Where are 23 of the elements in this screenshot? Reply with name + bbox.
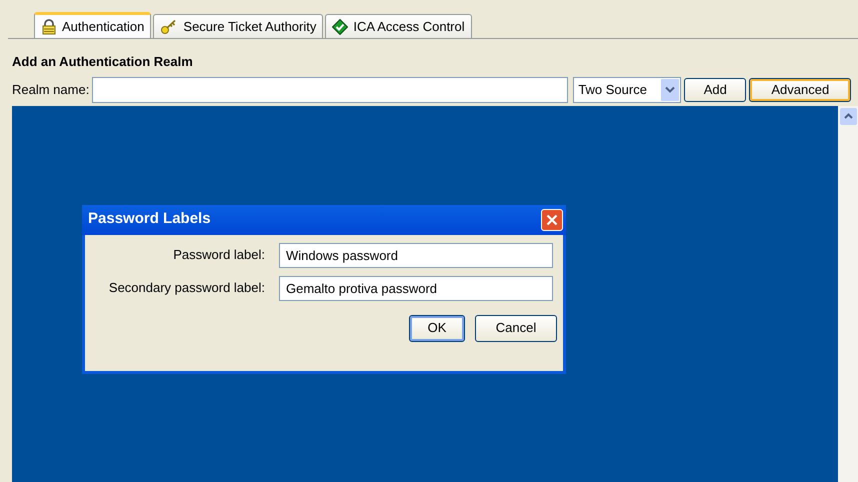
check-icon — [332, 18, 348, 34]
advanced-button[interactable]: Advanced — [749, 78, 852, 102]
field-label: Password label: — [172, 246, 265, 264]
text-field[interactable]: Gemalto protiva password — [279, 276, 553, 300]
add-button[interactable]: Add — [684, 78, 746, 102]
cancel-button[interactable]: Cancel — [475, 314, 557, 342]
field-label: Secondary password label: — [108, 279, 265, 298]
tab[interactable]: Secure Ticket Authority — [153, 14, 324, 38]
ok-button[interactable]: OK — [409, 314, 465, 342]
key-icon — [160, 18, 178, 34]
tab[interactable]: Authentication — [34, 12, 152, 38]
close-button[interactable] — [541, 208, 563, 230]
close-icon — [546, 214, 558, 226]
field-label: Realm name: — [12, 80, 90, 99]
scrollbar[interactable] — [838, 106, 858, 482]
tab[interactable]: ICA Access Control — [325, 14, 472, 38]
section-title: Add an Authentication Realm — [11, 53, 194, 71]
text-field[interactable]: Windows password — [279, 242, 553, 268]
realm-name-field[interactable] — [92, 76, 568, 102]
source-dropdown[interactable]: Two Source — [573, 76, 682, 102]
dialog-title: Password Labels — [88, 209, 211, 230]
lock-icon — [41, 18, 57, 34]
scroll-up-icon[interactable] — [840, 108, 856, 124]
